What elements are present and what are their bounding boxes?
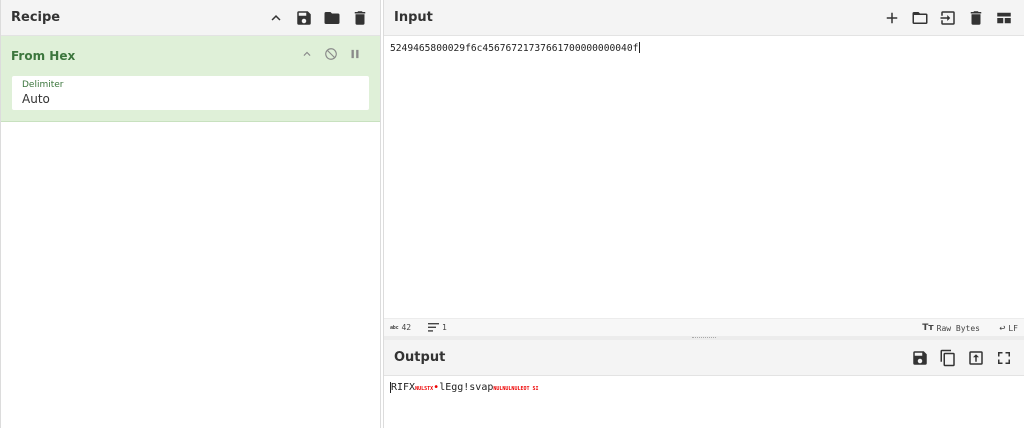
clear-input-trash-icon[interactable] <box>966 8 986 28</box>
output-segment: RIFX <box>391 382 416 393</box>
recipe-title: Recipe <box>11 10 61 25</box>
load-recipe-folder-icon[interactable] <box>322 8 342 28</box>
maximise-output-icon[interactable] <box>994 348 1014 368</box>
lines-icon <box>428 323 439 332</box>
return-arrow-icon: ↩ <box>999 323 1006 334</box>
io-panel: Input 5249465800029f6c456767217376617000… <box>383 0 1024 428</box>
collapse-operation-chevron-icon[interactable] <box>300 46 314 65</box>
end-of-line[interactable]: ↩ LF <box>999 323 1018 334</box>
pause-breakpoint-icon[interactable] <box>348 46 362 65</box>
input-toolbar <box>882 0 1014 36</box>
lines-value: 1 <box>442 323 447 332</box>
output-segment: lEgg!svap <box>439 382 494 393</box>
operation-toolbar <box>300 46 362 65</box>
disable-operation-icon[interactable] <box>324 46 338 65</box>
encoding-value[interactable]: Raw Bytes <box>937 324 980 333</box>
eol-value[interactable]: LF <box>1008 324 1018 333</box>
control-char-label: NULNULNULEOT SI <box>493 386 539 392</box>
save-output-icon[interactable] <box>910 348 930 368</box>
input-lines: 1 <box>428 323 447 332</box>
length-value: 42 <box>401 323 412 332</box>
input-text[interactable]: 5249465800029f6c456767217376617000000000… <box>390 42 640 54</box>
input-header: Input <box>384 0 1024 36</box>
recipe-header: Recipe <box>1 0 380 36</box>
input-title: Input <box>394 10 433 25</box>
output-title: Output <box>394 350 446 365</box>
add-input-tab-plus-icon[interactable] <box>882 8 902 28</box>
delimiter-value[interactable]: Auto <box>22 92 50 106</box>
reset-layout-icon[interactable] <box>994 8 1014 28</box>
output-text[interactable]: RIFXNULSTX•lEgg!svapNULNULNULEOT SI <box>390 382 539 393</box>
operation-title: From Hex <box>11 49 76 63</box>
text-format-icon: Tт <box>922 323 934 333</box>
replace-input-with-output-icon[interactable] <box>966 348 986 368</box>
open-file-input-icon[interactable] <box>938 8 958 28</box>
clear-recipe-trash-icon[interactable] <box>350 8 370 28</box>
copy-output-icon[interactable] <box>938 348 958 368</box>
input-textarea[interactable]: 5249465800029f6c456767217376617000000000… <box>384 36 1024 318</box>
operation-from-hex[interactable]: From Hex Delimiter Auto <box>1 36 380 122</box>
output-toolbar <box>910 340 1014 376</box>
save-recipe-icon[interactable] <box>294 8 314 28</box>
collapse-chevron-up-icon[interactable] <box>266 8 286 28</box>
length-badge: abc <box>390 324 399 331</box>
delimiter-field[interactable]: Delimiter Auto <box>12 76 369 110</box>
delimiter-label: Delimiter <box>22 80 64 90</box>
output-textarea[interactable]: RIFXNULSTX•lEgg!svapNULNULNULEOT SI <box>384 376 1024 428</box>
output-header: Output <box>384 340 1024 376</box>
input-length: abc 42 <box>390 323 411 332</box>
input-status-bar: abc 42 1 Tт Raw Bytes ↩ LF <box>384 318 1024 336</box>
character-encoding[interactable]: Tт Raw Bytes <box>922 323 980 333</box>
recipe-toolbar <box>266 0 370 36</box>
recipe-panel: Recipe From Hex Delimiter Auto <box>0 0 381 428</box>
control-char-label: NULSTX <box>415 386 434 392</box>
open-folder-icon[interactable] <box>910 8 930 28</box>
